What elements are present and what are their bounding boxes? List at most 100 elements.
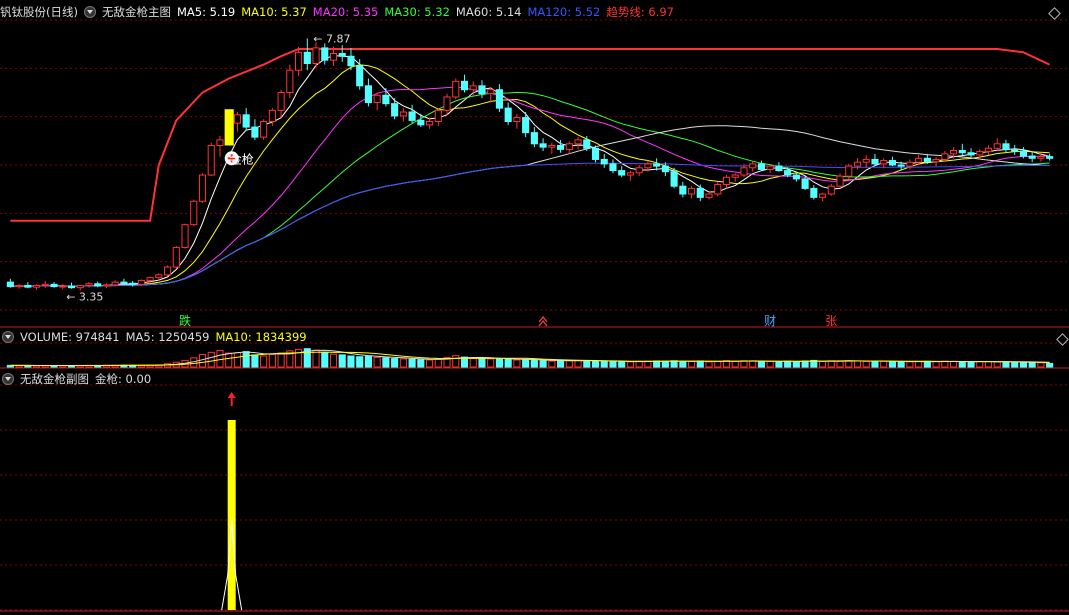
candle-body [880,160,888,165]
volume-bar [775,361,783,368]
candle-body [635,167,643,174]
candle-body [242,114,250,128]
candle [364,78,372,107]
candle [460,74,469,93]
candle-body [984,147,993,153]
volume-bar [1037,362,1045,368]
candle-body [15,284,23,288]
candle-body [24,284,32,288]
candle [1011,144,1019,155]
volume-bar [530,359,538,368]
volume-bar [356,356,364,368]
main-indicator-name[interactable]: 无敌金枪主图 [102,5,171,19]
volume-bar [557,360,565,368]
sub-indicator-menu-icon[interactable] [2,373,14,385]
volume-bar [600,361,608,368]
ma-line-ma5 [10,54,1050,288]
candle-body [286,69,294,93]
candle-body [268,109,276,122]
volume-bar [915,361,923,368]
candle [443,93,451,115]
candle-body [565,143,573,150]
main-legend-item-5: MA120: 5.52 [527,5,601,19]
volume-bar [1002,361,1010,368]
stock-title[interactable]: 钒钛股份(日线) [0,5,78,19]
candle [41,281,49,288]
main-legend-item-2: MA20: 5.35 [312,5,379,19]
candle [539,138,547,152]
candle-body [757,163,765,170]
volume-bar [1011,361,1019,368]
candle-body [853,161,862,167]
volume-legend-item-0: VOLUME: 974841 [20,330,120,344]
sub-indicator-name[interactable]: 无敌金枪副图 [20,372,89,386]
volume-bar [853,360,862,368]
candle [251,119,259,140]
candle-body [50,283,58,288]
volume-bar [434,358,442,368]
volume-bar [688,361,696,368]
volume-bar [495,358,503,368]
candle [574,137,582,150]
candle [565,141,573,154]
candle-body [522,117,530,134]
ma-line-ma30 [10,91,1050,288]
candle [775,162,783,172]
candle [50,282,58,288]
candle-body [819,193,827,198]
volume-bar [950,361,958,368]
volume-bar [198,354,207,368]
candle-body [277,92,285,111]
candle-body [923,157,931,163]
event-marker-2: 张 [825,314,837,328]
volume-bar [522,359,530,368]
candle-body [583,139,591,149]
candle [338,45,346,62]
candle-body [915,157,923,163]
candle [871,153,879,165]
candle-body [1011,148,1019,152]
candle [408,104,416,124]
candle [495,84,503,113]
candle-body [120,281,128,284]
candle-body [426,121,434,126]
volume-bar [260,355,268,368]
candle-body [976,151,984,156]
candle [417,113,425,128]
candle [207,142,215,177]
candle-body [338,52,346,57]
volume-bar [487,358,495,368]
main-legend-item-4: MA60: 5.14 [455,5,522,19]
candle-body [373,94,381,104]
volume-bar [364,355,372,368]
candle [757,160,765,171]
candle-body [932,158,940,163]
volume-bar [635,360,643,368]
candle [373,92,381,111]
candle-body [478,85,486,95]
indicator-menu-icon[interactable] [83,6,96,18]
candle-body [784,170,792,176]
candle [33,284,41,290]
volume-menu-icon[interactable] [2,331,14,343]
volume-bar [382,357,390,368]
candle [102,283,110,289]
volume-bar [958,361,966,368]
candle [504,102,512,125]
main-legend-item-3: MA30: 5.32 [384,5,450,19]
candle [801,176,809,191]
candle-body [967,152,975,156]
candle [932,157,940,167]
candle-body [102,284,110,287]
volume-bar [609,361,617,368]
candle-body [1028,155,1036,159]
candle [286,64,294,99]
candle-body [897,164,905,167]
candle-body [801,178,809,189]
candle [827,183,835,196]
volume-bar [233,352,241,368]
candle-body [469,85,477,91]
candle [600,153,608,168]
candle-body [129,282,137,285]
candle-body [94,283,102,287]
